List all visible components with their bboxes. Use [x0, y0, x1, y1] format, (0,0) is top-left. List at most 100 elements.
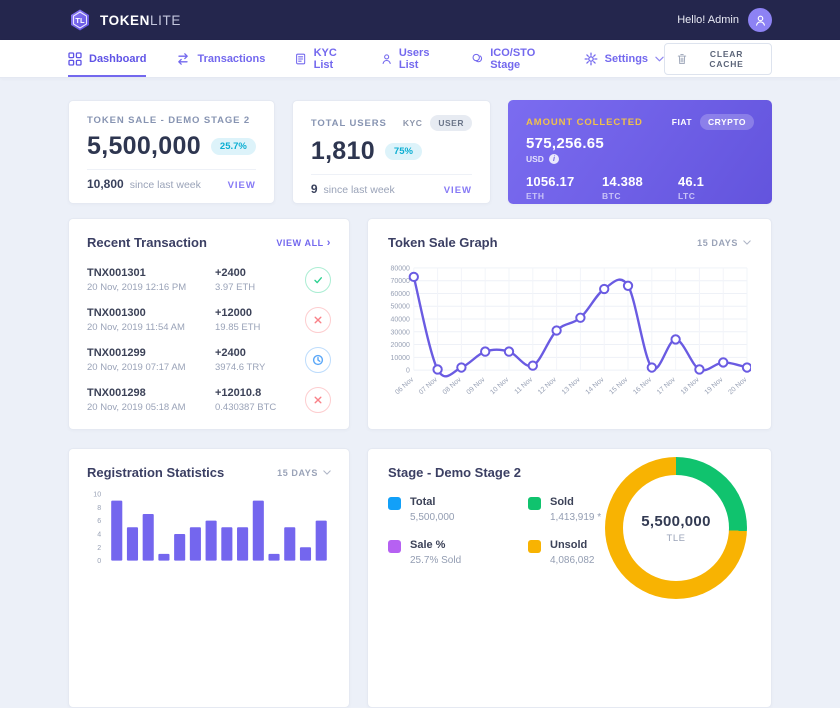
token-sale-card: TOKEN SALE - DEMO STAGE 2 5,500,000 25.7… [68, 100, 275, 204]
svg-text:0: 0 [97, 558, 101, 565]
transaction-date: 20 Nov, 2019 07:17 AM [87, 362, 215, 373]
legend-value: 1,413,919 * [550, 512, 601, 523]
transaction-row[interactable]: TNX00130020 Nov, 2019 11:54 AM+1200019.8… [87, 300, 331, 340]
nav-item-kyc-list[interactable]: KYC List [295, 40, 350, 77]
registration-period-dropdown[interactable]: 15 DAYS [277, 468, 331, 478]
svg-text:8: 8 [97, 505, 101, 512]
transaction-date: 20 Nov, 2019 11:54 AM [87, 322, 215, 333]
svg-text:40000: 40000 [391, 316, 410, 323]
registration-statistics-panel: Registration Statistics 15 DAYS 1086420 [68, 448, 350, 708]
main-nav: Dashboard Transactions KYC List Users List I… [0, 40, 840, 78]
legend-swatch [388, 540, 401, 553]
crypto-toggle[interactable]: CRYPTO [700, 114, 754, 130]
total-users-delta-caption: since last week [324, 184, 395, 196]
transaction-row[interactable]: TNX001298 20 Nov, 2019 05:18 AM+12010.8 0.… [87, 380, 331, 420]
crypto-amount-eth: 1056.17ETH [526, 174, 602, 201]
nav-item-label: KYC List [314, 47, 351, 71]
crypto-amount-btc: 14.388BTC [602, 174, 678, 201]
transaction-equivalent: 3.97 ETH [215, 282, 305, 293]
nav-item-settings[interactable]: Settings [584, 40, 664, 77]
chevron-down-icon [655, 56, 664, 62]
transaction-equivalent: 3974.6 TRY [215, 362, 305, 373]
transaction-equivalent: 0.430387 BTC [215, 402, 305, 413]
total-users-percent-badge: 75% [385, 143, 422, 160]
total-users-delta: 9 [311, 182, 318, 196]
svg-text:20 Nov: 20 Nov [727, 376, 748, 396]
transaction-status-success-icon[interactable] [305, 267, 331, 293]
stage-title: Stage - Demo Stage 2 [388, 465, 521, 480]
transaction-date: 20 Nov, 2019 12:16 PM [87, 282, 215, 293]
legend-value: 5,500,000 [410, 512, 455, 523]
svg-text:12 Nov: 12 Nov [537, 376, 558, 396]
svg-text:70000: 70000 [391, 278, 410, 285]
svg-text:13 Nov: 13 Nov [561, 376, 582, 396]
transactions-arrows-icon [176, 52, 190, 66]
clear-cache-button[interactable]: CLEAR CACHE [664, 43, 772, 75]
svg-text:16 Nov: 16 Nov [632, 376, 653, 396]
svg-text:80000: 80000 [391, 265, 410, 272]
user-avatar[interactable] [748, 8, 772, 32]
transaction-amount: +12000 [215, 307, 305, 319]
brand-name: TOKENLITE [100, 13, 181, 28]
nav-item-users-list[interactable]: Users List [381, 40, 442, 77]
svg-text:50000: 50000 [391, 304, 410, 311]
nav-item-transactions[interactable]: Transactions [176, 40, 265, 77]
transaction-row[interactable]: TNX00130120 Nov, 2019 12:16 PM+24003.97 … [87, 260, 331, 300]
trash-icon [677, 53, 687, 65]
app-header: TL TOKENLITE Hello! Admin [0, 0, 840, 40]
amount-collected-card: AMOUNT COLLECTED FIAT CRYPTO 575,256.65 … [508, 100, 772, 204]
kyc-document-icon [295, 52, 306, 66]
transaction-status-pending-icon[interactable] [305, 347, 331, 373]
svg-text:07 Nov: 07 Nov [418, 376, 439, 396]
token-sale-percent-badge: 25.7% [211, 138, 256, 155]
svg-text:TL: TL [75, 16, 85, 25]
total-users-value: 1,810 [311, 137, 375, 166]
kyc-toggle[interactable]: KYC [403, 118, 422, 128]
chevron-right-icon: › [327, 237, 331, 249]
transaction-status-failed-icon[interactable] [305, 387, 331, 413]
legend-swatch [388, 497, 401, 510]
token-sale-view-link[interactable]: VIEW [228, 180, 256, 191]
view-all-link[interactable]: VIEW ALL › [276, 237, 331, 249]
registration-statistics-title: Registration Statistics [87, 465, 224, 480]
token-sale-graph-title: Token Sale Graph [388, 235, 498, 250]
token-sale-value: 5,500,000 [87, 132, 201, 161]
svg-text:0: 0 [406, 368, 410, 375]
legend-item-sale-: Sale % 25.7% Sold [388, 539, 528, 566]
token-sale-delta-caption: since last week [130, 179, 201, 191]
nav-item-ico-sto-stage[interactable]: ICO/STO Stage [472, 40, 554, 77]
transaction-amount: +12010.8 [215, 387, 305, 399]
legend-label: Sale % [410, 539, 461, 551]
total-users-card: TOTAL USERS KYC USER 1,810 75% 9 since l… [292, 100, 491, 204]
svg-text:10 Nov: 10 Nov [489, 376, 510, 396]
nav-item-label: ICO/STO Stage [490, 47, 553, 71]
info-icon[interactable]: i [549, 154, 559, 164]
token-sale-graph-panel: Token Sale Graph 15 DAYS 010000200003000… [367, 218, 772, 430]
transaction-row[interactable]: TNX00129920 Nov, 2019 07:17 AM+24003974.… [87, 340, 331, 380]
legend-value: 25.7% Sold [410, 555, 461, 566]
transaction-amount: +2400 [215, 347, 305, 359]
brand-logo[interactable]: TL TOKENLITE [68, 8, 181, 32]
fiat-toggle[interactable]: FIAT [672, 117, 692, 127]
legend-swatch [528, 540, 541, 553]
legend-swatch [528, 497, 541, 510]
user-toggle[interactable]: USER [430, 115, 472, 131]
transaction-date: 20 Nov, 2019 05:18 AM [87, 402, 215, 413]
donut-center-label: TLE [667, 533, 686, 544]
stage-panel: Stage - Demo Stage 2 Total5,500,000Sold1… [367, 448, 772, 708]
nav-item-label: Transactions [197, 53, 265, 65]
token-sale-card-label: TOKEN SALE - DEMO STAGE 2 [87, 115, 256, 126]
total-users-view-link[interactable]: VIEW [444, 185, 472, 196]
legend-label: Sold [550, 496, 601, 508]
svg-text:60000: 60000 [391, 291, 410, 298]
amount-collected-value: 575,256.65 [526, 135, 754, 152]
nav-item-dashboard[interactable]: Dashboard [68, 40, 146, 77]
graph-period-dropdown[interactable]: 15 DAYS [697, 238, 751, 248]
svg-text:08 Nov: 08 Nov [442, 376, 463, 396]
transaction-status-failed-icon[interactable] [305, 307, 331, 333]
svg-text:10: 10 [93, 492, 101, 499]
svg-text:18 Nov: 18 Nov [680, 376, 701, 396]
coins-icon [472, 52, 483, 66]
transaction-id: TNX001298 [87, 387, 215, 399]
total-users-card-label: TOTAL USERS [311, 118, 387, 129]
